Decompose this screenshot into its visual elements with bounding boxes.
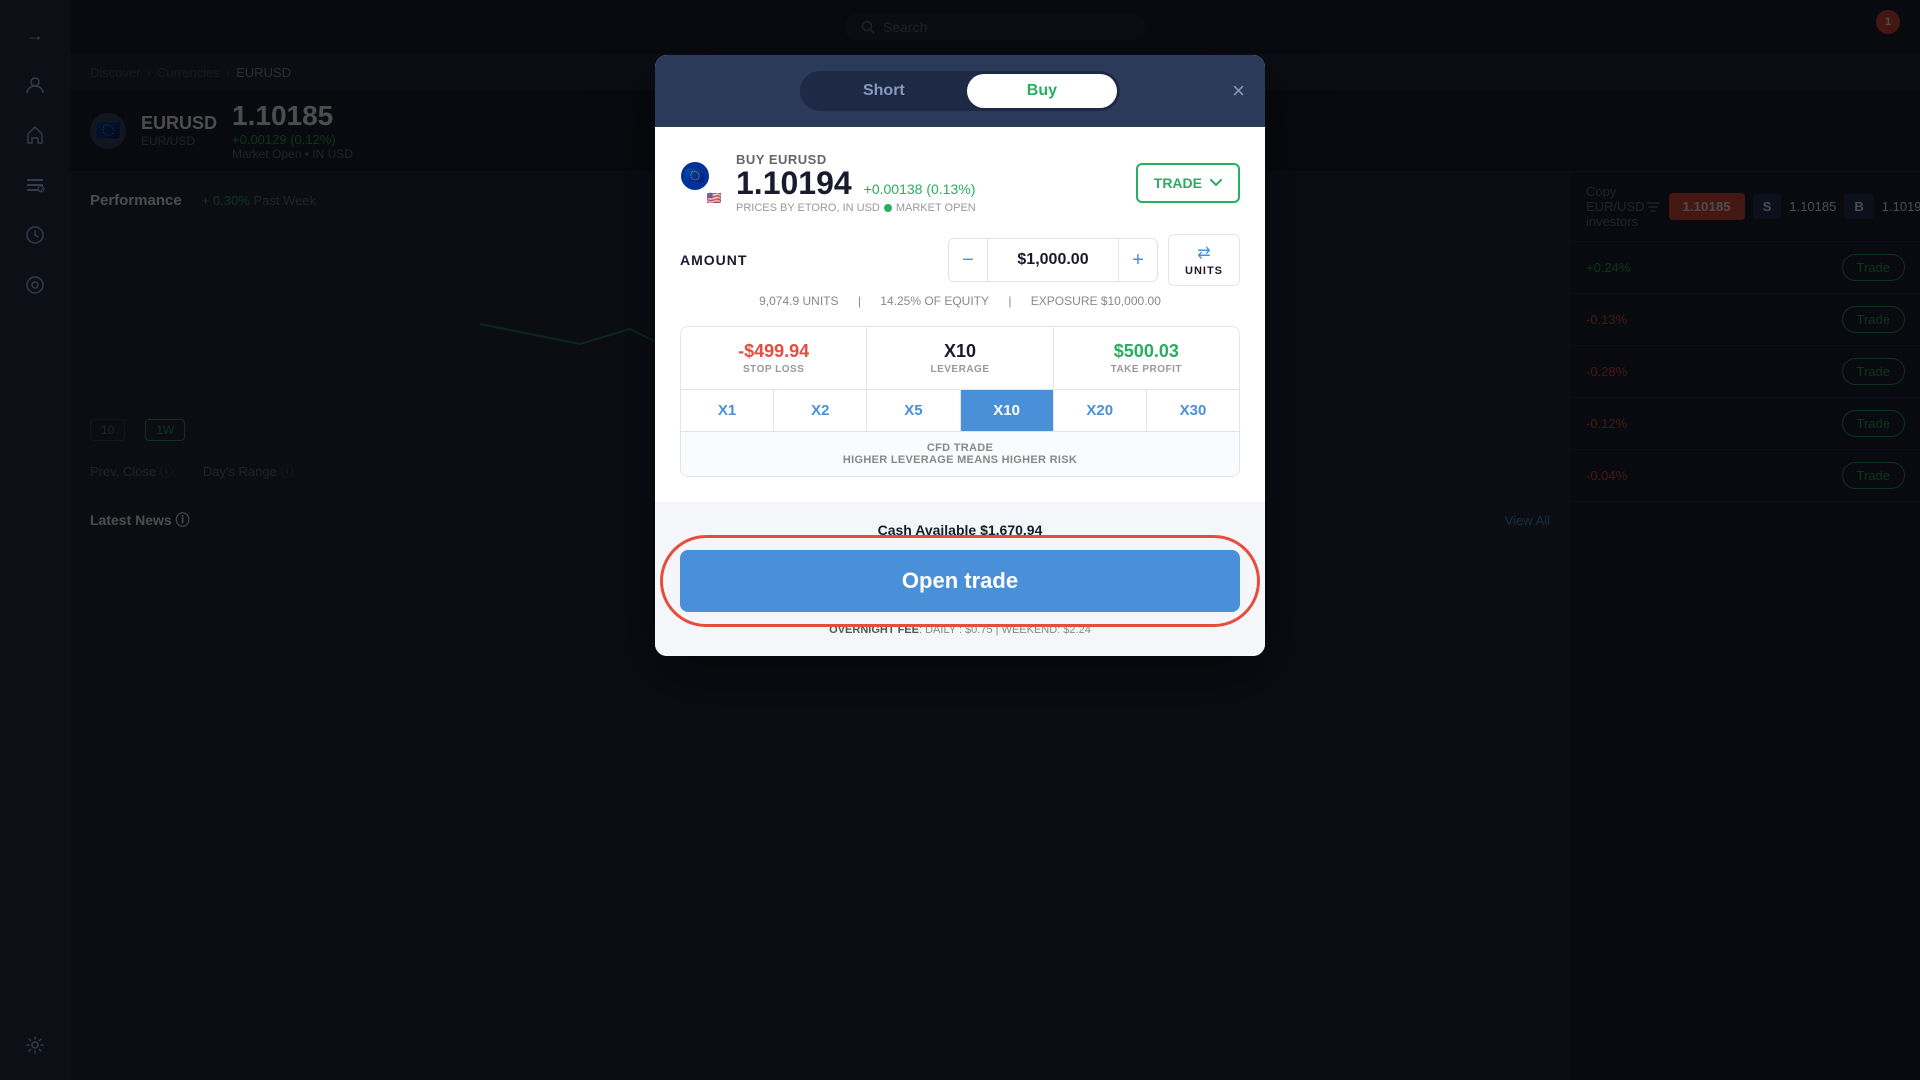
- exposure-info: EXPOSURE $10,000.00: [1031, 294, 1161, 308]
- cfd-notice: CFD TRADE HIGHER LEVERAGE MEANS HIGHER R…: [681, 431, 1239, 476]
- leverage-value: X10: [877, 341, 1042, 362]
- units-label: UNITS: [1185, 265, 1223, 277]
- take-profit-value: $500.03: [1064, 341, 1229, 362]
- amount-label: AMOUNT: [680, 252, 747, 268]
- overnight-fee: OVERNIGHT FEE: DAILY : $0.75 | WEEKEND: …: [680, 624, 1240, 636]
- us-flag: 🇺🇸: [704, 191, 724, 205]
- leverage-x2-button[interactable]: X2: [774, 390, 867, 431]
- amount-increment-button[interactable]: +: [1118, 238, 1158, 282]
- price-source: PRICES BY ETORO, IN USD MARKET OPEN: [736, 202, 976, 214]
- metrics-grid: -$499.94 STOP LOSS X10 LEVERAGE $500.03 …: [680, 326, 1240, 477]
- asset-info-left: 🇪🇺 🇺🇸 BUY EURUSD 1.10194 +0.00138 (0.13%…: [680, 152, 976, 214]
- take-profit-label: TAKE PROFIT: [1064, 364, 1229, 375]
- leverage-x30-button[interactable]: X30: [1147, 390, 1239, 431]
- amount-controls: − +: [948, 238, 1158, 282]
- eu-flag: 🇪🇺: [680, 161, 710, 191]
- modal-body: 🇪🇺 🇺🇸 BUY EURUSD 1.10194 +0.00138 (0.13%…: [655, 127, 1265, 502]
- amount-info: 9,074.9 UNITS | 14.25% OF EQUITY | EXPOS…: [680, 294, 1240, 308]
- asset-flag-modal: 🇪🇺 🇺🇸: [680, 161, 724, 205]
- trade-dropdown-label: TRADE: [1154, 175, 1202, 191]
- leverage-x5-button[interactable]: X5: [867, 390, 960, 431]
- units-info: 9,074.9 UNITS: [759, 294, 838, 308]
- trade-dropdown-button[interactable]: TRADE: [1136, 163, 1240, 203]
- equity-info: 14.25% OF EQUITY: [880, 294, 989, 308]
- asset-info-row: 🇪🇺 🇺🇸 BUY EURUSD 1.10194 +0.00138 (0.13%…: [680, 152, 1240, 214]
- amount-input[interactable]: [988, 238, 1118, 282]
- modal-overlay: Short Buy × 🇪🇺 🇺🇸 BUY EU: [0, 0, 1920, 1080]
- amount-decrement-button[interactable]: −: [948, 238, 988, 282]
- modal-close-button[interactable]: ×: [1232, 80, 1245, 102]
- open-trade-wrapper: Open trade: [680, 550, 1240, 612]
- amount-section: AMOUNT − + ⇄ UNITS: [680, 234, 1240, 286]
- leverage-x1-button[interactable]: X1: [681, 390, 774, 431]
- leverage-x20-button[interactable]: X20: [1054, 390, 1147, 431]
- trade-modal: Short Buy × 🇪🇺 🇺🇸 BUY EU: [655, 55, 1265, 656]
- take-profit-cell[interactable]: $500.03 TAKE PROFIT: [1054, 327, 1239, 389]
- stop-loss-cell[interactable]: -$499.94 STOP LOSS: [681, 327, 867, 389]
- modal-tab-bar: Short Buy ×: [655, 55, 1265, 127]
- units-button[interactable]: ⇄ UNITS: [1168, 234, 1240, 286]
- cfd-line1: CFD TRADE: [691, 442, 1229, 454]
- cash-available: Cash Available $1,670.94: [680, 522, 1240, 538]
- metrics-top: -$499.94 STOP LOSS X10 LEVERAGE $500.03 …: [681, 327, 1239, 389]
- buy-change: +0.00138 (0.13%): [864, 181, 976, 197]
- open-trade-button[interactable]: Open trade: [680, 550, 1240, 612]
- leverage-x10-button[interactable]: X10: [961, 390, 1054, 431]
- units-icon: ⇄: [1197, 243, 1210, 263]
- stop-loss-label: STOP LOSS: [691, 364, 856, 375]
- leverage-label: LEVERAGE: [877, 364, 1042, 375]
- tab-buy[interactable]: Buy: [967, 74, 1117, 108]
- stop-loss-value: -$499.94: [691, 341, 856, 362]
- buy-info: BUY EURUSD 1.10194 +0.00138 (0.13%) PRIC…: [736, 152, 976, 214]
- tab-short[interactable]: Short: [803, 74, 965, 108]
- buy-price: 1.10194: [736, 167, 852, 199]
- market-open-dot: [884, 204, 892, 212]
- leverage-row: X1 X2 X5 X10 X20 X30: [681, 389, 1239, 431]
- cfd-line2: HIGHER LEVERAGE MEANS HIGHER RISK: [691, 454, 1229, 466]
- modal-footer: Cash Available $1,670.94 Open trade OVER…: [655, 502, 1265, 656]
- tab-container: Short Buy: [800, 71, 1120, 111]
- leverage-cell: X10 LEVERAGE: [867, 327, 1053, 389]
